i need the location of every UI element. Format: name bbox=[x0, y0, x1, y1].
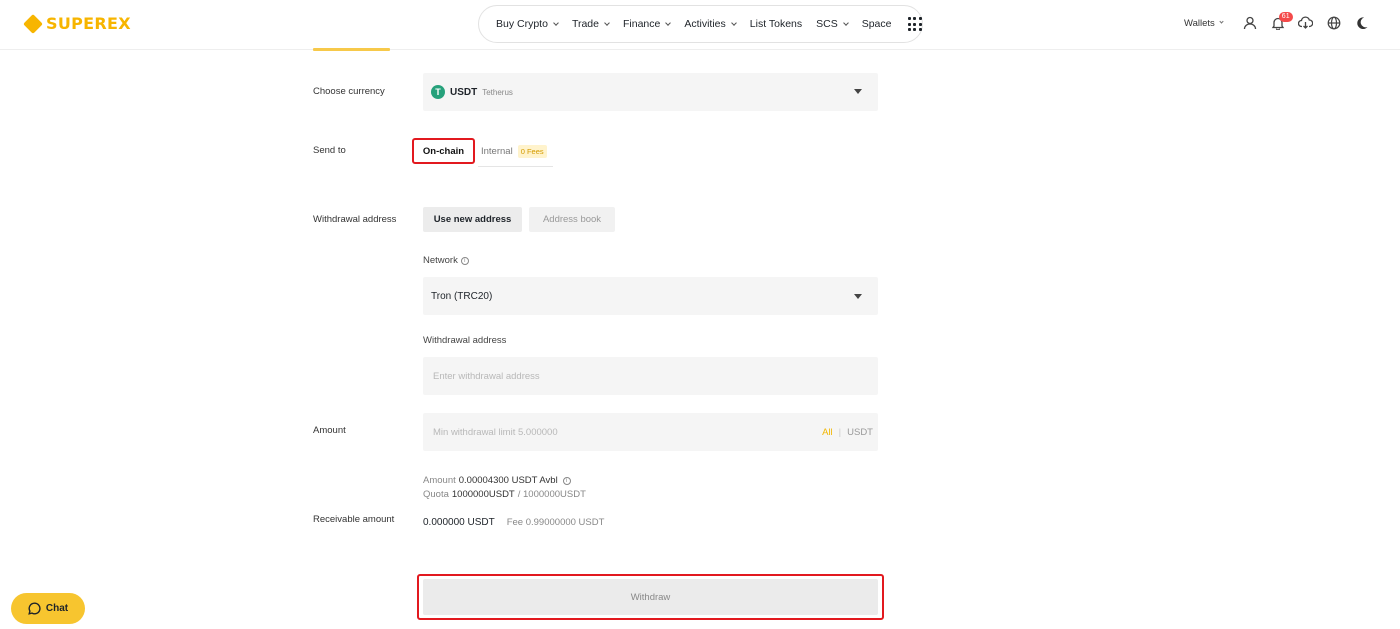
chevron-down-icon bbox=[665, 19, 672, 26]
nav-label: Trade bbox=[571, 18, 599, 30]
info-icon[interactable]: i bbox=[460, 256, 469, 265]
apps-grid-icon[interactable] bbox=[907, 17, 922, 31]
amount-placeholder: Min withdrawal limit 5.000000 bbox=[433, 426, 558, 438]
active-tab-underline bbox=[313, 48, 390, 51]
nav-trade[interactable]: Trade bbox=[571, 18, 610, 30]
caret-down-icon bbox=[854, 294, 862, 299]
receivable-amount: 0.000000 USDT bbox=[423, 517, 495, 528]
chevron-down-icon bbox=[604, 19, 610, 26]
quota-prefix: Quota bbox=[423, 489, 449, 500]
send-to-label: Send to bbox=[313, 145, 346, 156]
avbl-value: 0.00004300 USDT Avbl bbox=[458, 475, 558, 486]
network-label-text: Network bbox=[423, 255, 458, 266]
amount-input[interactable]: Min withdrawal limit 5.000000 All | USDT bbox=[423, 413, 878, 451]
brand-logo[interactable]: SUPEREX bbox=[23, 13, 131, 34]
wallets-label: Wallets bbox=[1184, 17, 1215, 29]
download-icon[interactable] bbox=[1297, 14, 1315, 32]
tab-divider bbox=[478, 166, 553, 167]
address-field-label: Withdrawal address bbox=[423, 335, 507, 346]
network-select[interactable]: Tron (TRC20) bbox=[423, 277, 878, 315]
bell-icon[interactable]: 61 bbox=[1269, 12, 1293, 32]
chevron-down-icon bbox=[553, 19, 559, 26]
network-label: Network i bbox=[423, 255, 469, 266]
info-icon[interactable]: i bbox=[562, 476, 571, 485]
all-button[interactable]: All bbox=[822, 427, 833, 438]
quota-line: Quota 1000000USDT / 1000000USDT bbox=[423, 489, 586, 500]
chat-bubble-icon bbox=[28, 602, 41, 615]
user-icon[interactable] bbox=[1241, 14, 1259, 32]
header-tools: Wallets 61 bbox=[1184, 12, 1381, 32]
available-amount: Amount 0.00004300 USDT Avbl i bbox=[423, 475, 571, 486]
quota-total: / 1000000USDT bbox=[517, 489, 586, 500]
send-to-tabs: On-chain Internal 0 Fees bbox=[412, 138, 547, 164]
nav-finance[interactable]: Finance bbox=[622, 18, 672, 30]
globe-icon[interactable] bbox=[1325, 14, 1343, 32]
receivable-value-row: 0.000000 USDT Fee 0.99000000 USDT bbox=[423, 517, 604, 528]
use-new-address-button[interactable]: Use new address bbox=[423, 207, 522, 232]
logo-diamond-icon bbox=[23, 13, 43, 34]
avbl-prefix: Amount bbox=[423, 475, 456, 486]
nav-label: Buy Crypto bbox=[496, 18, 548, 30]
nav-label: List Tokens bbox=[749, 18, 803, 30]
currency-select[interactable]: T USDT Tetherus bbox=[423, 73, 878, 111]
withdrawal-address-label: Withdrawal address bbox=[313, 214, 397, 225]
nav-scs[interactable]: SCS bbox=[816, 18, 849, 30]
address-book-button[interactable]: Address book bbox=[529, 207, 615, 232]
nav-label: Space bbox=[861, 18, 892, 30]
tab-on-chain[interactable]: On-chain bbox=[412, 138, 475, 164]
caret-down-icon bbox=[854, 89, 862, 94]
quota-value: 1000000USDT bbox=[451, 489, 515, 500]
zero-fees-badge: 0 Fees bbox=[517, 144, 547, 158]
nav-label: Activities bbox=[684, 18, 726, 30]
currency-name: Tetherus bbox=[482, 87, 513, 97]
suffix-separator: | bbox=[838, 426, 842, 438]
withdraw-button[interactable]: Withdraw bbox=[423, 579, 878, 615]
chevron-down-icon bbox=[730, 19, 737, 26]
amount-label: Amount bbox=[313, 425, 346, 436]
tab-internal[interactable]: Internal 0 Fees bbox=[481, 144, 547, 158]
nav-buy-crypto[interactable]: Buy Crypto bbox=[496, 18, 559, 30]
nav-activities[interactable]: Activities bbox=[684, 18, 737, 30]
amount-unit: USDT bbox=[847, 426, 873, 438]
amount-suffix: All | USDT bbox=[822, 413, 873, 451]
nav-label: SCS bbox=[816, 18, 838, 30]
brand-name: SUPEREX bbox=[46, 14, 131, 33]
chat-label: Chat bbox=[45, 603, 69, 614]
chevron-down-icon bbox=[842, 19, 849, 26]
internal-label: Internal bbox=[481, 145, 513, 157]
nav-list-tokens[interactable]: List Tokens bbox=[750, 18, 802, 30]
nav-space[interactable]: Space bbox=[862, 18, 892, 30]
wallets-menu[interactable]: Wallets bbox=[1184, 17, 1224, 29]
usdt-coin-icon: T bbox=[431, 85, 445, 99]
moon-icon[interactable] bbox=[1353, 14, 1371, 32]
main-nav: Buy Crypto Trade Finance Activities List… bbox=[478, 5, 923, 43]
chevron-down-icon bbox=[1219, 19, 1224, 24]
address-placeholder: Enter withdrawal address bbox=[433, 370, 540, 382]
nav-label: Finance bbox=[622, 18, 661, 30]
receivable-label: Receivable amount bbox=[313, 514, 395, 525]
fee-amount: Fee 0.99000000 USDT bbox=[506, 517, 605, 528]
currency-code: USDT bbox=[450, 86, 478, 98]
chat-button[interactable]: Chat bbox=[11, 593, 85, 624]
network-value: Tron (TRC20) bbox=[431, 290, 493, 302]
withdrawal-address-input[interactable]: Enter withdrawal address bbox=[423, 357, 878, 395]
top-header: SUPEREX Buy Crypto Trade Finance Activit… bbox=[0, 0, 1400, 50]
notification-badge: 61 bbox=[1278, 12, 1293, 22]
currency-label: Choose currency bbox=[313, 86, 385, 97]
